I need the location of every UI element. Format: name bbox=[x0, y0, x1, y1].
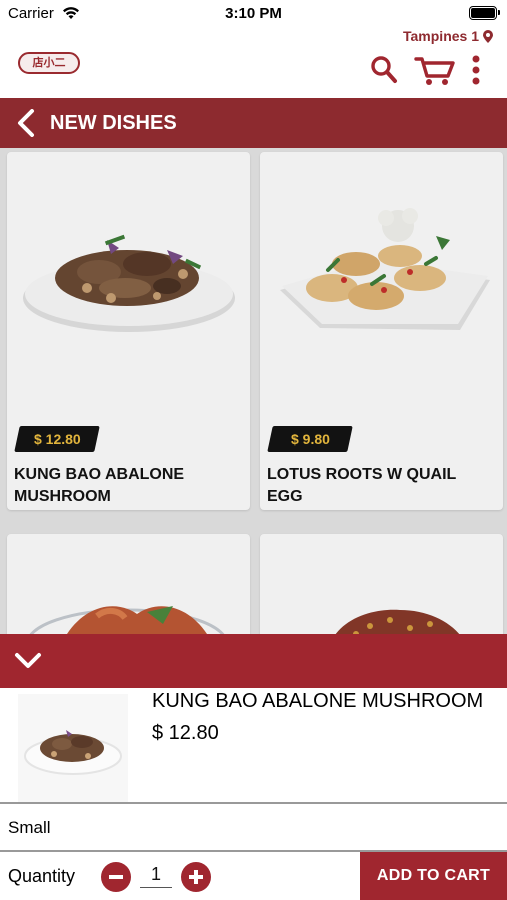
divider bbox=[0, 802, 507, 804]
status-bar: Carrier 3:10 PM bbox=[0, 0, 507, 28]
quantity-label: Quantity bbox=[8, 866, 76, 886]
status-time: 3:10 PM bbox=[225, 5, 282, 22]
category-title-bar: NEW DISHES bbox=[0, 98, 507, 148]
chevron-down-icon[interactable] bbox=[14, 652, 42, 670]
size-option[interactable]: Small bbox=[8, 818, 51, 838]
selected-dish-image bbox=[18, 694, 128, 802]
add-to-cart-button[interactable]: ADD TO CART bbox=[360, 852, 507, 900]
selected-dish-price: $ 12.80 bbox=[152, 722, 219, 744]
cart-icon[interactable] bbox=[414, 55, 456, 87]
app-header: Tampines 1 店小二 bbox=[0, 28, 507, 98]
location-name: Tampines 1 bbox=[403, 28, 479, 44]
search-icon[interactable] bbox=[370, 55, 398, 85]
battery-icon bbox=[469, 6, 500, 20]
page-title: NEW DISHES bbox=[50, 112, 177, 134]
plus-icon[interactable] bbox=[181, 862, 211, 892]
back-chevron-icon[interactable] bbox=[14, 109, 38, 137]
location-pin-icon bbox=[483, 29, 493, 43]
minus-icon[interactable] bbox=[101, 862, 131, 892]
sheet-backdrop[interactable] bbox=[0, 148, 507, 638]
restaurant-logo: 店小二 bbox=[18, 52, 80, 74]
quantity-row: Quantity 1 ADD TO CART bbox=[0, 850, 507, 900]
location-selector[interactable]: Tampines 1 bbox=[403, 28, 493, 44]
add-to-cart-sheet: KUNG BAO ABALONE MUSHROOM $ 12.80 Small … bbox=[0, 688, 507, 900]
selected-dish-name: KUNG BAO ABALONE MUSHROOM bbox=[152, 690, 484, 712]
sheet-header bbox=[0, 634, 507, 688]
more-vertical-icon[interactable] bbox=[470, 55, 482, 85]
quantity-value[interactable]: 1 bbox=[140, 864, 172, 888]
